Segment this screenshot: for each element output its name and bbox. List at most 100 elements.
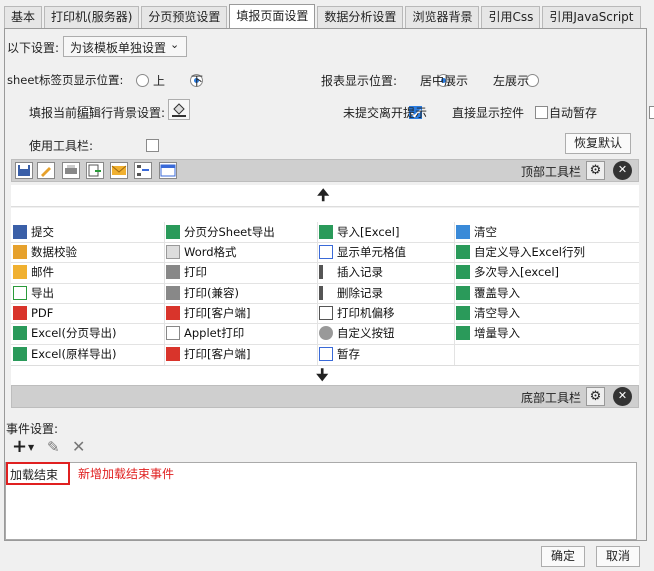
item-label: 覆盖导入 bbox=[474, 286, 520, 300]
report-position-label: 报表显示位置: bbox=[321, 74, 398, 88]
item-label: 多次导入[excel] bbox=[474, 265, 560, 279]
spacer bbox=[11, 208, 639, 222]
chevron-down-icon: ⌄ bbox=[170, 38, 180, 51]
item-label: 增量导入 bbox=[474, 326, 520, 340]
scope-label: 以下设置: bbox=[7, 41, 60, 55]
sheet-position-bottom-label: 下 bbox=[191, 74, 204, 88]
item-print-client-pdf[interactable]: 打印[客户端] bbox=[164, 344, 250, 364]
tab-reference-javascript[interactable]: 引用JavaScript bbox=[542, 6, 641, 28]
auto-save-checkbox[interactable] bbox=[648, 106, 654, 119]
add-icon[interactable]: + bbox=[12, 436, 27, 457]
chevron-down-icon[interactable]: ▼ bbox=[28, 443, 34, 452]
item-show-cell-value[interactable]: 显示单元格值 bbox=[317, 242, 406, 262]
item-printer-offset[interactable]: 打印机偏移 bbox=[317, 303, 395, 323]
item-label: Excel(分页导出) bbox=[31, 326, 117, 340]
item-clear-import[interactable]: 清空导入 bbox=[454, 303, 520, 323]
tab-page-preview[interactable]: 分页预览设置 bbox=[141, 6, 228, 28]
pencil-icon[interactable] bbox=[37, 162, 55, 179]
gear-icon[interactable]: ⚙ bbox=[586, 161, 605, 180]
item-excel-page-export[interactable]: Excel(分页导出) bbox=[11, 323, 116, 343]
tab-reference-css[interactable]: 引用Css bbox=[481, 6, 541, 28]
item-import-excel[interactable]: 导入[Excel] bbox=[317, 222, 399, 242]
report-position-center-label: 居中展示 bbox=[420, 74, 469, 88]
pdf-icon bbox=[166, 347, 180, 361]
use-toolbar-checkbox[interactable] bbox=[145, 139, 159, 152]
sheet-position-label: sheet标签页显示位置: bbox=[7, 73, 124, 87]
window-icon bbox=[319, 245, 333, 259]
events-list: 加载结束 新增加载结束事件 bbox=[5, 462, 637, 540]
arrow-up-icon[interactable]: 🠉 bbox=[317, 185, 329, 210]
item-print-compatible[interactable]: 打印(兼容) bbox=[164, 283, 239, 303]
item-insert-record[interactable]: 插入记录 bbox=[317, 262, 383, 282]
item-label: 打印机偏移 bbox=[337, 306, 395, 320]
item-email[interactable]: 邮件 bbox=[11, 262, 54, 282]
item-label: 插入记录 bbox=[337, 265, 383, 279]
events-label: 事件设置: bbox=[6, 422, 59, 436]
close-icon[interactable]: ✕ bbox=[613, 161, 632, 180]
item-incremental-import[interactable]: 增量导入 bbox=[454, 323, 520, 343]
item-custom-import-excel[interactable]: 自定义导入Excel行列 bbox=[454, 242, 585, 262]
eraser-icon bbox=[456, 225, 470, 239]
move-down-bar[interactable]: 🠋 bbox=[11, 365, 639, 385]
insert-record-icon bbox=[319, 265, 333, 279]
event-item-label: 加载结束 bbox=[10, 468, 59, 482]
item-label: 自定义按钮 bbox=[337, 326, 395, 340]
item-word-format[interactable]: Word格式 bbox=[164, 242, 237, 262]
tab-bar: 基本 打印机(服务器) 分页预览设置 填报页面设置 数据分析设置 浏览器背景 引… bbox=[4, 4, 643, 28]
move-up-bar[interactable]: 🠉 bbox=[11, 185, 639, 207]
item-page-sheet-export[interactable]: 分页分Sheet导出 bbox=[164, 222, 275, 242]
item-multi-import-excel[interactable]: 多次导入[excel] bbox=[454, 262, 559, 282]
tab-basic[interactable]: 基本 bbox=[4, 6, 43, 28]
direct-show-checkbox[interactable] bbox=[534, 106, 548, 119]
edit-icon[interactable]: ✎ bbox=[47, 438, 60, 456]
top-toolbar-strip: 顶部工具栏 ⚙ ✕ bbox=[11, 159, 639, 182]
cancel-button[interactable]: 取消 bbox=[596, 546, 640, 567]
item-clear[interactable]: 清空 bbox=[454, 222, 497, 242]
item-print-client[interactable]: 打印[客户端] bbox=[164, 303, 250, 323]
item-delete-record[interactable]: 删除记录 bbox=[317, 283, 383, 303]
pdf-icon bbox=[166, 306, 180, 320]
item-label: 删除记录 bbox=[337, 286, 383, 300]
export-icon[interactable] bbox=[86, 162, 104, 179]
move-icon bbox=[319, 306, 333, 320]
sheet-position-top-radio[interactable] bbox=[136, 74, 149, 87]
item-overwrite-import[interactable]: 覆盖导入 bbox=[454, 283, 520, 303]
item-custom-button[interactable]: 自定义按钮 bbox=[317, 323, 395, 343]
item-applet-print[interactable]: Applet打印 bbox=[164, 323, 244, 343]
item-excel-original-export[interactable]: Excel(原样导出) bbox=[11, 344, 116, 364]
event-item[interactable]: 加载结束 bbox=[6, 462, 70, 485]
delete-icon[interactable]: ✕ bbox=[72, 437, 85, 456]
report-position-left-label: 左展示 bbox=[493, 74, 530, 88]
delete-record-icon bbox=[319, 286, 333, 300]
tab-fill-page-settings[interactable]: 填报页面设置 bbox=[229, 4, 316, 28]
item-pdf[interactable]: PDF bbox=[11, 303, 53, 323]
tab-printer-server[interactable]: 打印机(服务器) bbox=[44, 6, 140, 28]
item-submit[interactable]: 提交 bbox=[11, 222, 54, 242]
gear-icon bbox=[319, 326, 333, 340]
item-temp-save[interactable]: 暂存 bbox=[317, 344, 360, 364]
gear-icon[interactable]: ⚙ bbox=[586, 387, 605, 406]
printer-icon bbox=[166, 265, 180, 279]
printer-icon[interactable] bbox=[62, 162, 80, 179]
excel-icon bbox=[456, 286, 470, 300]
item-label: 打印[客户端] bbox=[184, 347, 251, 361]
item-label: 清空 bbox=[474, 225, 497, 239]
item-data-validation[interactable]: 数据校验 bbox=[11, 242, 77, 262]
scope-select[interactable]: 为该模板单独设置 ⌄ bbox=[63, 36, 187, 57]
ok-button[interactable]: 确定 bbox=[541, 546, 585, 567]
insert-record-icon[interactable] bbox=[134, 162, 152, 179]
mail-icon bbox=[13, 265, 27, 279]
window-icon[interactable] bbox=[159, 162, 177, 179]
close-icon[interactable]: ✕ bbox=[613, 387, 632, 406]
pdf-icon bbox=[13, 306, 27, 320]
pencil-icon bbox=[13, 245, 27, 259]
save-icon[interactable] bbox=[15, 162, 33, 179]
paint-bucket-icon[interactable] bbox=[168, 99, 190, 120]
restore-default-button[interactable]: 恢复默认 bbox=[565, 133, 631, 154]
item-label: Excel(原样导出) bbox=[31, 347, 117, 361]
tab-data-analysis[interactable]: 数据分析设置 bbox=[317, 6, 404, 28]
tab-browser-background[interactable]: 浏览器背景 bbox=[405, 6, 480, 28]
item-print[interactable]: 打印 bbox=[164, 262, 207, 282]
mail-icon[interactable] bbox=[110, 162, 128, 179]
item-export[interactable]: 导出 bbox=[11, 283, 54, 303]
